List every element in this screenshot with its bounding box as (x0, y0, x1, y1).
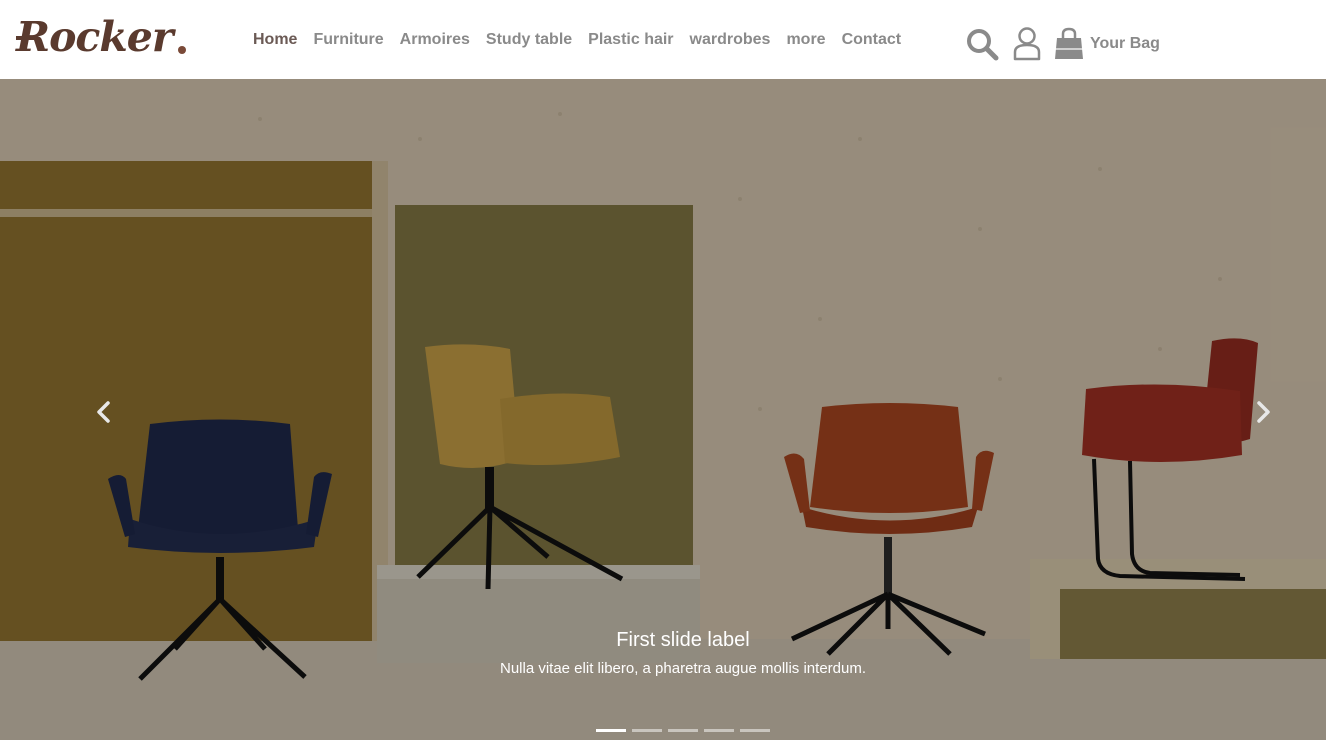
slide-text: Nulla vitae elit libero, a pharetra augu… (499, 660, 867, 677)
brand-logo[interactable]: Rocker (16, 12, 187, 62)
site-header: Rocker Home Furniture Armoires Study tab… (0, 0, 1326, 79)
nav-item-more[interactable]: more (778, 30, 833, 50)
nav-item-plastic-hair[interactable]: Plastic hair (580, 30, 681, 50)
nav-item-armoires[interactable]: Armoires (392, 30, 478, 50)
nav-item-furniture[interactable]: Furniture (305, 30, 391, 50)
hero-carousel: First slide label Nulla vitae elit liber… (0, 79, 1326, 740)
nav-item-wardrobes[interactable]: wardrobes (682, 30, 779, 50)
chevron-left-icon[interactable] (88, 397, 118, 427)
carousel-indicator[interactable] (596, 729, 626, 732)
carousel-indicator[interactable] (668, 729, 698, 732)
carousel-indicator[interactable] (740, 729, 770, 732)
carousel-indicator[interactable] (632, 729, 662, 732)
nav-item-home[interactable]: Home (245, 30, 305, 50)
your-bag-link[interactable]: Your Bag (1090, 34, 1160, 54)
chevron-right-icon[interactable] (1249, 397, 1279, 427)
slide-title: First slide label (616, 629, 750, 651)
logo-bar-mark (16, 36, 34, 40)
carousel-indicator[interactable] (704, 729, 734, 732)
user-icon[interactable] (1010, 26, 1044, 62)
search-icon[interactable] (964, 26, 1000, 62)
brand-name: Rocker (16, 13, 173, 61)
nav-item-contact[interactable]: Contact (834, 30, 910, 50)
shopping-bag-icon[interactable] (1052, 26, 1086, 62)
main-nav: Home Furniture Armoires Study table Plas… (245, 30, 909, 50)
header-tools: Your Bag (964, 24, 1160, 64)
carousel-indicators (596, 729, 776, 732)
slide-caption: First slide label Nulla vitae elit liber… (363, 627, 1003, 679)
logo-dot-mark (178, 46, 187, 54)
nav-item-study-table[interactable]: Study table (478, 30, 580, 50)
